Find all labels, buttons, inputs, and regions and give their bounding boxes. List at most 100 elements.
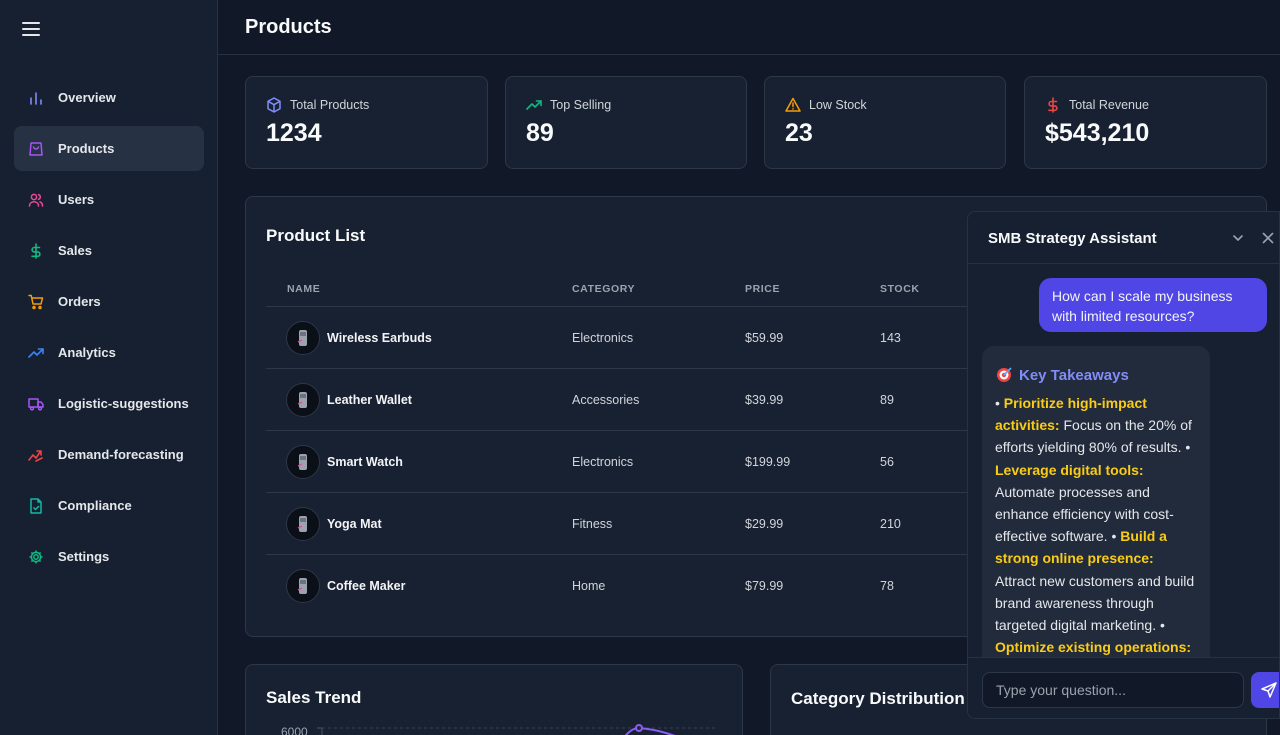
product-name: Coffee Maker <box>327 579 406 593</box>
sidebar-item-label: Overview <box>58 90 116 105</box>
send-button[interactable] <box>1251 672 1279 708</box>
column-header-price[interactable]: PRICE <box>745 283 780 295</box>
stat-value: 1234 <box>266 119 322 147</box>
chat-input[interactable] <box>982 672 1244 708</box>
sidebar-item-label: Users <box>58 192 95 207</box>
product-stock: 143 <box>880 331 901 345</box>
sidebar-item-label: Analytics <box>58 345 116 360</box>
sidebar-item-label: Products <box>58 141 115 156</box>
close-icon[interactable] <box>1260 230 1276 246</box>
product-category: Accessories <box>572 393 640 407</box>
gear-icon <box>29 550 43 563</box>
user-message: How can I scale my business with limited… <box>1039 278 1267 332</box>
table-row[interactable]: Coffee Maker Home $79.99 78 <box>266 555 1026 617</box>
column-header-stock[interactable]: STOCK <box>880 283 920 295</box>
product-price: $79.99 <box>745 579 784 593</box>
product-thumbnail <box>286 321 320 355</box>
page-header: Products <box>218 0 1280 55</box>
takeaway-title: Optimize existing operations: <box>995 639 1192 656</box>
product-category: Fitness <box>572 517 613 531</box>
dollar-sign-icon <box>1048 97 1058 113</box>
stat-value: 23 <box>785 119 813 147</box>
product-name: Wireless Earbuds <box>327 331 432 345</box>
users-icon <box>28 193 44 207</box>
warning-icon <box>785 97 801 112</box>
sidebar-item-products[interactable]: Products <box>14 126 204 171</box>
stat-label: Top Selling <box>550 98 612 112</box>
sales-trend-chart <box>317 724 718 735</box>
sidebar-item-label: Compliance <box>58 498 132 513</box>
stat-card-low-stock: Low Stock 23 <box>764 76 1006 169</box>
chat-footer <box>968 657 1279 718</box>
sidebar: Overview Products Users Sales Orders Ana… <box>0 0 218 735</box>
product-name: Leather Wallet <box>327 393 412 407</box>
trend-arrow-icon <box>28 449 43 462</box>
product-table: NAME CATEGORY PRICE STOCK Wireless Earbu… <box>266 269 1026 617</box>
trending-up-icon <box>526 100 542 110</box>
product-category: Electronics <box>572 455 634 469</box>
stat-value: 89 <box>526 119 554 147</box>
assistant-message-heading: Key Takeaways <box>995 366 1197 384</box>
truck-icon <box>28 397 44 411</box>
package-icon <box>267 97 281 113</box>
product-stock: 56 <box>880 455 894 469</box>
chat-panel: SMB Strategy Assistant How can I scale m… <box>967 211 1280 719</box>
sidebar-item-label: Sales <box>58 243 92 258</box>
product-category: Electronics <box>572 331 634 345</box>
chevron-down-icon[interactable] <box>1230 230 1246 246</box>
product-list-title: Product List <box>266 226 366 245</box>
page-title: Products <box>245 16 332 38</box>
sidebar-item-analytics[interactable]: Analytics <box>14 330 204 375</box>
stat-card-total-revenue: Total Revenue $543,210 <box>1024 76 1267 169</box>
dollar-sign-icon <box>31 242 41 259</box>
table-row[interactable]: Yoga Mat Fitness $29.99 210 <box>266 493 1026 555</box>
bullet: • <box>1111 528 1121 545</box>
product-stock: 78 <box>880 579 894 593</box>
menu-icon[interactable] <box>22 22 40 40</box>
sidebar-item-sales[interactable]: Sales <box>14 228 204 273</box>
product-thumbnail <box>286 383 320 417</box>
bullet: • <box>995 395 1004 411</box>
sidebar-nav: Overview Products Users Sales Orders Ana… <box>14 75 204 585</box>
sidebar-item-orders[interactable]: Orders <box>14 279 204 324</box>
sidebar-item-label: Logistic-suggestions <box>58 396 189 411</box>
sidebar-item-compliance[interactable]: Compliance <box>14 483 204 528</box>
sidebar-item-users[interactable]: Users <box>14 177 204 222</box>
product-name: Smart Watch <box>327 455 403 469</box>
product-price: $199.99 <box>745 455 791 469</box>
product-price: $59.99 <box>745 331 784 345</box>
stat-label: Total Products <box>290 98 370 112</box>
product-price: $29.99 <box>745 517 784 531</box>
shopping-bag-icon <box>29 141 43 156</box>
stat-value: $543,210 <box>1045 119 1150 147</box>
category-distribution-title: Category Distribution <box>791 689 965 708</box>
sidebar-item-settings[interactable]: Settings <box>14 534 204 579</box>
column-header-category[interactable]: CATEGORY <box>572 283 635 295</box>
table-row[interactable]: Leather Wallet Accessories $39.99 89 <box>266 369 1026 431</box>
column-header-name[interactable]: NAME <box>287 283 320 295</box>
sidebar-item-demand-forecasting[interactable]: Demand-forecasting <box>14 432 204 477</box>
file-check-icon <box>30 497 42 514</box>
sidebar-item-overview[interactable]: Overview <box>14 75 204 120</box>
trending-up-icon <box>28 347 44 358</box>
bar-chart-icon <box>30 91 42 105</box>
bullet: • <box>1159 617 1165 634</box>
stat-label: Total Revenue <box>1069 98 1149 112</box>
product-thumbnail <box>286 569 320 603</box>
product-stock: 89 <box>880 393 894 407</box>
stat-label: Low Stock <box>809 98 867 112</box>
table-row[interactable]: Smart Watch Electronics $199.99 56 <box>266 431 1026 493</box>
sidebar-item-label: Settings <box>58 549 110 564</box>
shopping-cart-icon <box>28 294 44 309</box>
product-thumbnail <box>286 445 320 479</box>
assistant-message-body: • Prioritize high-impact activities: Foc… <box>995 392 1197 658</box>
stat-card-total-products: Total Products 1234 <box>245 76 488 169</box>
table-header-row: NAME CATEGORY PRICE STOCK <box>266 269 1026 307</box>
chat-header: SMB Strategy Assistant <box>968 212 1279 264</box>
product-price: $39.99 <box>745 393 784 407</box>
table-row[interactable]: Wireless Earbuds Electronics $59.99 143 <box>266 307 1026 369</box>
key-takeaways-heading: Key Takeaways <box>1019 366 1129 384</box>
assistant-message: Key Takeaways • Prioritize high-impact a… <box>982 346 1210 666</box>
sidebar-item-logistic-suggestions[interactable]: Logistic-suggestions <box>14 381 204 426</box>
product-stock: 210 <box>880 517 901 531</box>
